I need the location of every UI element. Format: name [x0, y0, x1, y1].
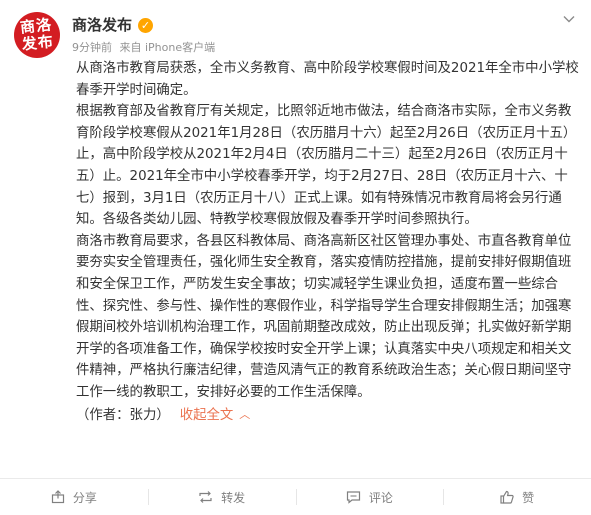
post-source: 来自 iPhone客户端 [119, 41, 216, 54]
comment-label: 评论 [368, 490, 393, 505]
post-paragraph: 从商洛市教育局获悉，全市义务教育、高中阶段学校寒假时间及2021年全市中小学校春… [76, 61, 579, 98]
share-button[interactable]: 分享 [0, 479, 148, 515]
collapse-label: 收起全文 [179, 407, 234, 423]
comment-icon [346, 491, 360, 504]
repost-label: 转发 [221, 490, 246, 505]
byline-row: （作者：张力） 收起全文 ︿ [76, 404, 580, 427]
avatar[interactable]: 商洛发布 [14, 12, 60, 58]
author-name-label: 商洛发布 [72, 16, 133, 34]
share-icon [51, 490, 64, 504]
post-header: 商洛发布 商洛发布 ✓ 9分钟前 来自 iPhone客户端 [14, 12, 577, 58]
chevron-down-icon[interactable] [561, 12, 577, 28]
like-button[interactable]: 赞 [443, 479, 591, 515]
post-paragraph: 商洛市教育局要求，各县区科教体局、商洛高新区社区管理办事处、市直各教育单位要夯实… [76, 233, 572, 400]
share-label: 分享 [72, 490, 97, 505]
byline: （作者：张力） [76, 407, 170, 423]
repost-button[interactable]: 转发 [147, 479, 296, 515]
avatar-logo-text: 商洛发布 [19, 15, 55, 54]
comment-button[interactable]: 评论 [295, 479, 444, 515]
collapse-full-text-link[interactable]: 收起全文 ︿ [180, 408, 251, 423]
author-name[interactable]: 商洛发布 ✓ [72, 14, 154, 35]
post-body: 从商洛市教育局获悉，全市义务教育、高中阶段学校寒假时间及2021年全市中小学校春… [76, 58, 580, 426]
like-label: 赞 [522, 490, 535, 505]
verified-badge-icon: ✓ [138, 18, 154, 33]
action-toolbar: 分享 转发 评论 赞 [0, 478, 591, 515]
thumbs-up-icon [500, 490, 514, 504]
post-paragraph: 根据教育部及省教育厅有关规定，比照邻近地市做法，结合商洛市实际，全市义务教育阶段… [76, 104, 577, 228]
post-meta: 9分钟前 来自 iPhone客户端 [72, 39, 219, 55]
repost-icon [199, 491, 212, 503]
chevron-up-icon: ︿ [239, 407, 251, 421]
post-time: 9分钟前 [72, 41, 112, 54]
